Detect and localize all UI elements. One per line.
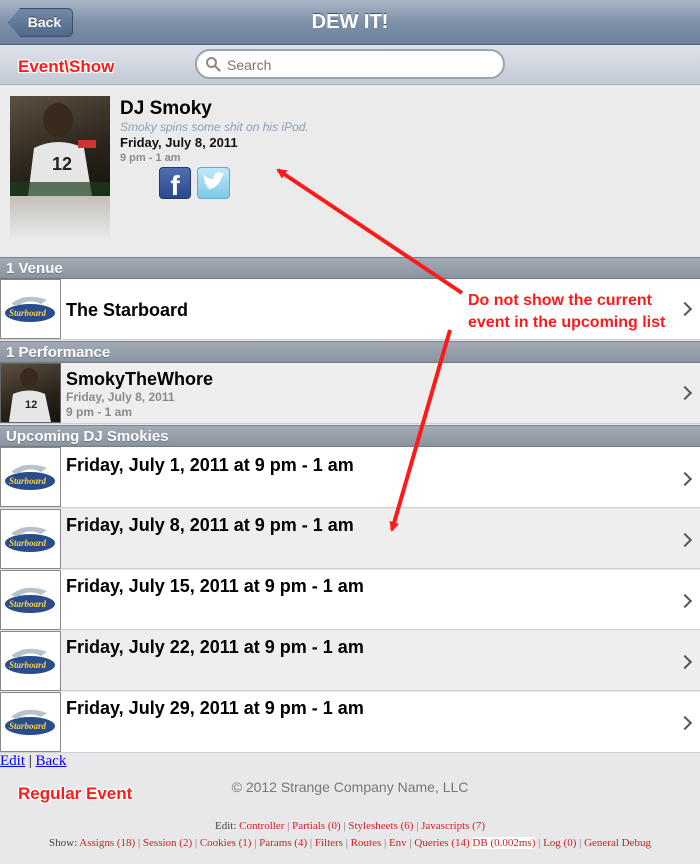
starboard-logo-icon: Starboard (0, 692, 61, 752)
debug-edit-bar: Edit: Controller | Partials (0) | Styles… (215, 820, 485, 832)
page-title: DEW IT! (311, 11, 389, 33)
chevron-right-icon (677, 654, 693, 670)
performer-photo: 12 (0, 363, 61, 423)
annotation-note-line2: event in the upcoming list (468, 314, 666, 331)
search-icon (206, 57, 221, 72)
debug-link-queries[interactable]: Queries (14) (414, 837, 469, 849)
facebook-icon[interactable]: f (159, 167, 191, 201)
upcoming-row[interactable]: Starboard Friday, July 1, 2011 at 9 pm -… (0, 447, 700, 508)
upcoming-label: Friday, July 22, 2011 at 9 pm - 1 am (66, 637, 364, 657)
debug-link-routes[interactable]: Routes (351, 837, 382, 849)
debug-link-cookies[interactable]: Cookies (1) (200, 837, 252, 849)
link-separator: | (28, 753, 32, 769)
footer-links: Edit | Back (0, 753, 66, 770)
upcoming-row[interactable]: Starboard Friday, July 22, 2011 at 9 pm … (0, 631, 700, 691)
chevron-right-icon (677, 471, 693, 487)
annotation-regular-event: Regular Event (18, 784, 133, 803)
upcoming-row[interactable]: Starboard Friday, July 8, 2011 at 9 pm -… (0, 509, 700, 569)
svg-text:Starboard: Starboard (9, 660, 47, 670)
event-header: 12 DJ Smoky Smoky spins some shit on his… (0, 86, 700, 256)
svg-text:12: 12 (25, 399, 37, 411)
debug-link-env[interactable]: Env (389, 837, 407, 849)
debug-link-general-debug[interactable]: General Debug (584, 837, 651, 849)
upcoming-label: Friday, July 8, 2011 at 9 pm - 1 am (66, 515, 354, 535)
debug-link-controller[interactable]: Controller (239, 820, 284, 832)
chevron-right-icon (677, 715, 693, 731)
starboard-logo-icon: Starboard (0, 447, 61, 507)
svg-text:Starboard: Starboard (9, 538, 47, 548)
svg-text:Starboard: Starboard (9, 308, 47, 318)
annotation-note-line1: Do not show the current (468, 292, 652, 309)
upcoming-label: Friday, July 1, 2011 at 9 pm - 1 am (66, 455, 354, 475)
event-title: DJ Smoky (120, 98, 212, 119)
performance-time: 9 pm - 1 am (66, 405, 133, 419)
starboard-logo-icon: Starboard (0, 631, 61, 691)
performance-name: SmokyTheWhore (66, 369, 214, 389)
debug-link-filters[interactable]: Filters (315, 837, 343, 849)
navigation-bar: Back DEW IT! (0, 0, 700, 45)
svg-text:Starboard: Starboard (9, 599, 47, 609)
search-box[interactable] (195, 49, 505, 79)
chevron-right-icon (677, 593, 693, 609)
debug-link-log[interactable]: Log (0) (543, 837, 576, 849)
edit-link[interactable]: Edit (0, 753, 25, 769)
starboard-logo-icon: Starboard (0, 509, 61, 569)
debug-link-params[interactable]: Params (4) (259, 837, 307, 849)
debug-show-bar: Show: Assigns (18) | Session (2) | Cooki… (49, 837, 651, 849)
performance-date: Friday, July 8, 2011 (66, 390, 175, 404)
event-date: Friday, July 8, 2011 (120, 135, 238, 150)
dj-photo-icon: 12 (10, 103, 110, 196)
debug-link-assigns[interactable]: Assigns (18) (79, 837, 135, 849)
photo-reflection (10, 196, 110, 241)
debug-link-db[interactable]: DB (0.002ms) (472, 837, 536, 849)
upcoming-row[interactable]: Starboard Friday, July 29, 2011 at 9 pm … (0, 692, 700, 753)
performance-row[interactable]: 12 SmokyTheWhore Friday, July 8, 2011 9 … (0, 363, 700, 424)
venue-name: The Starboard (66, 300, 189, 320)
upcoming-label: Friday, July 29, 2011 at 9 pm - 1 am (66, 698, 364, 718)
section-header-venue: 1 Venue (0, 257, 700, 279)
debug-show-prefix: Show: (49, 837, 78, 849)
starboard-logo-icon: Starboard (0, 279, 61, 339)
twitter-icon[interactable] (197, 167, 230, 199)
upcoming-row[interactable]: Starboard Friday, July 15, 2011 at 9 pm … (0, 570, 700, 630)
debug-edit-prefix: Edit: (215, 820, 237, 832)
chevron-right-icon (677, 301, 693, 317)
svg-text:12: 12 (52, 154, 72, 174)
starboard-logo-icon: Starboard (0, 570, 61, 630)
debug-link-javascripts[interactable]: Javascripts (7) (421, 820, 485, 832)
section-header-upcoming: Upcoming DJ Smokies (0, 425, 700, 447)
event-description: Smoky spins some shit on his iPod. (120, 120, 309, 134)
event-time: 9 pm - 1 am (120, 152, 181, 164)
event-photo: 12 (10, 96, 110, 196)
section-header-performance: 1 Performance (0, 341, 700, 363)
debug-link-stylesheets[interactable]: Stylesheets (6) (348, 820, 413, 832)
debug-link-partials[interactable]: Partials (0) (292, 820, 341, 832)
debug-link-session[interactable]: Session (2) (143, 837, 192, 849)
svg-text:Starboard: Starboard (9, 476, 47, 486)
svg-text:Starboard: Starboard (9, 721, 47, 731)
chevron-right-icon (677, 532, 693, 548)
upcoming-label: Friday, July 15, 2011 at 9 pm - 1 am (66, 576, 364, 596)
chevron-right-icon (677, 385, 693, 401)
back-link[interactable]: Back (36, 753, 67, 769)
annotation-event-show: Event\Show (18, 57, 115, 76)
search-input[interactable] (227, 55, 487, 75)
